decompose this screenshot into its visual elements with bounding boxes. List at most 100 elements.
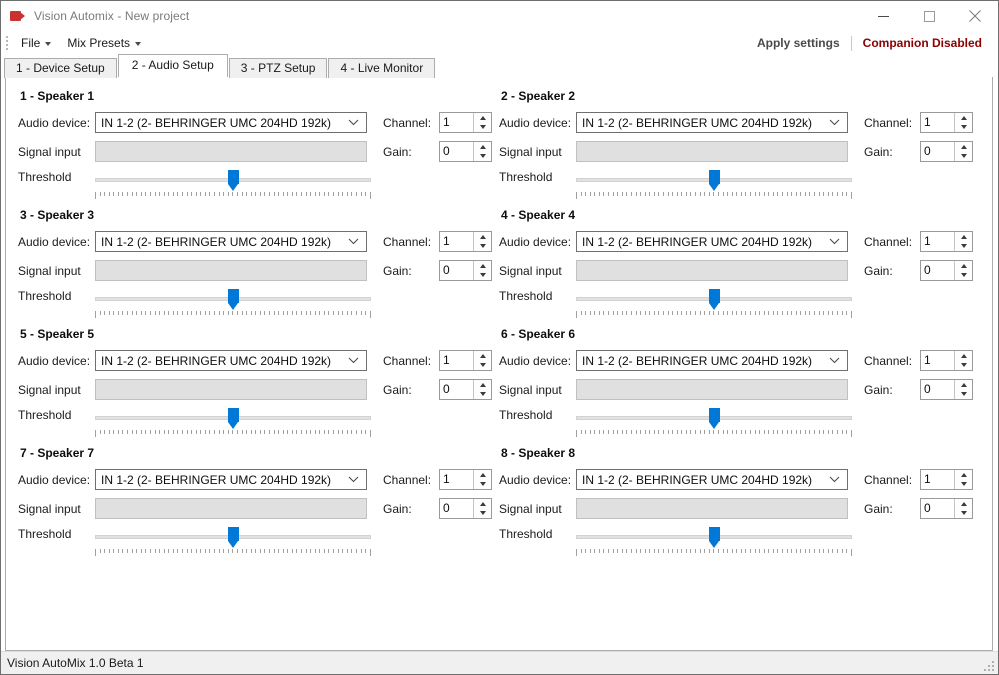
gain-decrement-button[interactable]	[955, 152, 972, 162]
threshold-slider[interactable]	[95, 170, 371, 200]
signal-input-row: Signal input Gain: 0	[18, 260, 492, 281]
channel-stepper[interactable]: 1	[920, 469, 973, 490]
gain-stepper[interactable]: 0	[920, 141, 973, 162]
audio-device-row: Audio device: IN 1-2 (2- BEHRINGER UMC 20…	[499, 469, 973, 490]
audio-device-select[interactable]: IN 1-2 (2- BEHRINGER UMC 204HD 192k)	[95, 231, 367, 252]
resize-grip[interactable]	[982, 659, 994, 671]
gain-increment-button[interactable]	[474, 142, 491, 152]
channel-decrement-button[interactable]	[955, 123, 972, 133]
channel-increment-button[interactable]	[474, 232, 491, 242]
channel-increment-button[interactable]	[474, 113, 491, 123]
channel-stepper[interactable]: 1	[439, 469, 492, 490]
gain-value: 0	[443, 144, 450, 158]
channel-increment-button[interactable]	[955, 232, 972, 242]
threshold-slider[interactable]	[576, 527, 852, 557]
channel-stepper[interactable]: 1	[920, 350, 973, 371]
channel-stepper[interactable]: 1	[920, 231, 973, 252]
threshold-row: Threshold	[18, 527, 485, 557]
gain-stepper[interactable]: 0	[920, 379, 973, 400]
threshold-slider[interactable]	[576, 408, 852, 438]
menu-grip-handle[interactable]	[3, 35, 11, 51]
close-button[interactable]	[952, 1, 998, 31]
channel-increment-button[interactable]	[955, 113, 972, 123]
apply-settings-button[interactable]: Apply settings	[748, 33, 849, 53]
gain-increment-button[interactable]	[955, 142, 972, 152]
channel-increment-button[interactable]	[955, 351, 972, 361]
threshold-slider[interactable]	[576, 289, 852, 319]
triangle-down-icon	[960, 154, 967, 159]
menu-item-mix-presets[interactable]: Mix Presets	[59, 33, 149, 54]
maximize-button[interactable]	[906, 1, 952, 31]
channel-stepper-buttons	[954, 470, 972, 489]
channel-value: 1	[443, 115, 450, 129]
threshold-slider-thumb[interactable]	[228, 170, 239, 191]
tab-device-setup[interactable]: 1 - Device Setup	[4, 58, 117, 78]
audio-device-select[interactable]: IN 1-2 (2- BEHRINGER UMC 204HD 192k)	[95, 469, 367, 490]
companion-status-badge[interactable]: Companion Disabled	[854, 33, 988, 53]
threshold-slider[interactable]	[95, 408, 371, 438]
channel-increment-button[interactable]	[474, 351, 491, 361]
channel-label: Channel:	[383, 472, 432, 487]
channel-stepper[interactable]: 1	[439, 112, 492, 133]
channel-decrement-button[interactable]	[474, 242, 491, 252]
audio-device-select[interactable]: IN 1-2 (2- BEHRINGER UMC 204HD 192k)	[576, 350, 848, 371]
gain-decrement-button[interactable]	[474, 152, 491, 162]
threshold-slider[interactable]	[576, 170, 852, 200]
threshold-slider-thumb[interactable]	[709, 170, 720, 191]
channel-decrement-button[interactable]	[955, 242, 972, 252]
threshold-slider-thumb[interactable]	[228, 527, 239, 548]
channel-decrement-button[interactable]	[955, 480, 972, 490]
gain-decrement-button[interactable]	[955, 390, 972, 400]
gain-increment-button[interactable]	[955, 499, 972, 509]
gain-decrement-button[interactable]	[474, 390, 491, 400]
channel-value: 1	[924, 353, 931, 367]
channel-decrement-button[interactable]	[474, 361, 491, 371]
gain-increment-button[interactable]	[474, 261, 491, 271]
gain-decrement-button[interactable]	[474, 271, 491, 281]
channel-increment-button[interactable]	[955, 470, 972, 480]
channel-decrement-button[interactable]	[474, 480, 491, 490]
gain-increment-button[interactable]	[474, 499, 491, 509]
menu-bar-right-group: Apply settings Companion Disabled	[748, 31, 988, 55]
channel-stepper[interactable]: 1	[439, 231, 492, 252]
tab-ptz-setup[interactable]: 3 - PTZ Setup	[228, 58, 328, 78]
channel-stepper[interactable]: 1	[920, 112, 973, 133]
menu-item-file[interactable]: File	[13, 33, 59, 54]
minimize-button[interactable]	[860, 1, 906, 31]
gain-increment-button[interactable]	[955, 380, 972, 390]
tab-live-monitor[interactable]: 4 - Live Monitor	[328, 58, 436, 78]
threshold-slider[interactable]	[95, 527, 371, 557]
threshold-slider[interactable]	[95, 289, 371, 319]
gain-stepper[interactable]: 0	[439, 141, 492, 162]
audio-device-select[interactable]: IN 1-2 (2- BEHRINGER UMC 204HD 192k)	[576, 112, 848, 133]
gain-decrement-button[interactable]	[474, 509, 491, 519]
audio-device-select[interactable]: IN 1-2 (2- BEHRINGER UMC 204HD 192k)	[95, 112, 367, 133]
audio-device-row: Audio device: IN 1-2 (2- BEHRINGER UMC 20…	[18, 469, 492, 490]
gain-decrement-button[interactable]	[955, 271, 972, 281]
threshold-slider-thumb[interactable]	[228, 289, 239, 310]
gain-increment-button[interactable]	[474, 380, 491, 390]
gain-stepper[interactable]: 0	[920, 498, 973, 519]
speaker-row: 7 - Speaker 7 Audio device: IN 1-2 (2- BEH…	[6, 446, 992, 565]
threshold-slider-thumb[interactable]	[228, 408, 239, 429]
gain-label: Gain:	[864, 382, 893, 397]
gain-increment-button[interactable]	[955, 261, 972, 271]
tab-audio-setup[interactable]: 2 - Audio Setup	[117, 54, 228, 77]
gain-stepper[interactable]: 0	[920, 260, 973, 281]
gain-stepper[interactable]: 0	[439, 498, 492, 519]
channel-increment-button[interactable]	[474, 470, 491, 480]
threshold-slider-thumb[interactable]	[709, 289, 720, 310]
audio-device-select[interactable]: IN 1-2 (2- BEHRINGER UMC 204HD 192k)	[576, 469, 848, 490]
channel-stepper[interactable]: 1	[439, 350, 492, 371]
channel-stepper-buttons	[954, 113, 972, 132]
gain-stepper[interactable]: 0	[439, 260, 492, 281]
gain-stepper[interactable]: 0	[439, 379, 492, 400]
threshold-slider-thumb[interactable]	[709, 408, 720, 429]
chevron-down-icon	[348, 470, 359, 489]
audio-device-select[interactable]: IN 1-2 (2- BEHRINGER UMC 204HD 192k)	[95, 350, 367, 371]
audio-device-select[interactable]: IN 1-2 (2- BEHRINGER UMC 204HD 192k)	[576, 231, 848, 252]
channel-decrement-button[interactable]	[955, 361, 972, 371]
threshold-slider-thumb[interactable]	[709, 527, 720, 548]
channel-decrement-button[interactable]	[474, 123, 491, 133]
gain-decrement-button[interactable]	[955, 509, 972, 519]
